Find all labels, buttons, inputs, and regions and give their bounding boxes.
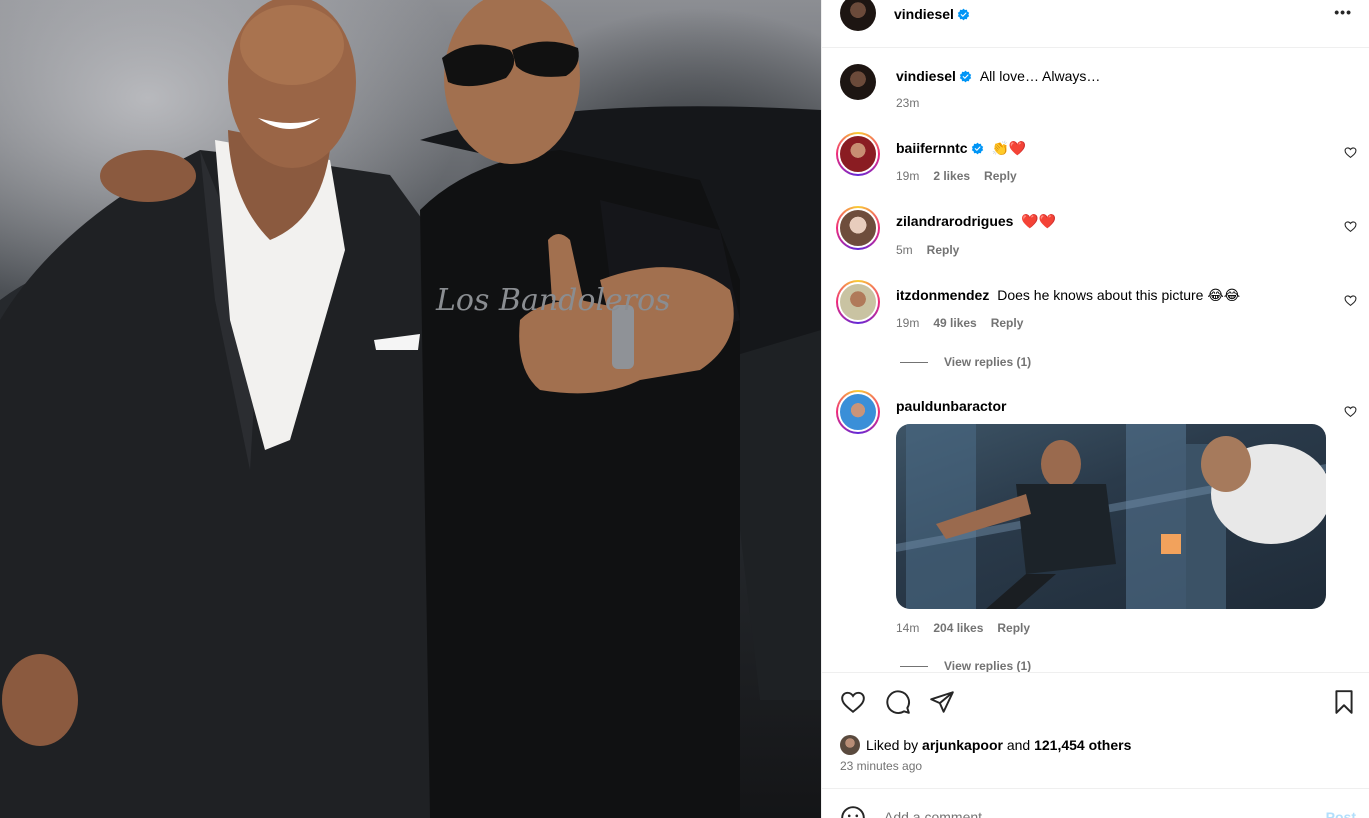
add-comment-bar: Add a comment… Post xyxy=(822,788,1369,818)
likes-and: and xyxy=(1006,737,1031,753)
comment-avatar[interactable] xyxy=(836,206,880,250)
comment-likes[interactable]: 2 likes xyxy=(933,169,970,183)
comment-username-text[interactable]: pauldunbaractor xyxy=(896,398,1006,414)
liker-username[interactable]: arjunkapoor xyxy=(922,737,1003,753)
caption-username[interactable]: vindiesel All love… Always… xyxy=(896,68,1100,84)
comment-like-heart-icon[interactable] xyxy=(1344,220,1357,233)
comment-username[interactable]: baiifernntc 👏❤️ xyxy=(896,140,1026,157)
like-heart-icon[interactable] xyxy=(840,689,866,715)
comment-like-heart-icon[interactable] xyxy=(1344,405,1357,418)
post-photo[interactable]: Los Bandoleros xyxy=(0,0,821,818)
post-header: vindiesel ••• xyxy=(822,0,1369,48)
emoji-smiley-icon[interactable] xyxy=(840,805,866,818)
comment-bubble-icon[interactable] xyxy=(885,689,911,715)
owner-username-header[interactable]: vindiesel xyxy=(894,6,970,22)
comment-like-heart-icon[interactable] xyxy=(1344,146,1357,159)
comment-reply-button[interactable]: Reply xyxy=(984,169,1017,183)
comment-meta: 14m 204 likes Reply xyxy=(896,621,1044,635)
add-comment-input[interactable]: Add a comment… xyxy=(884,809,996,818)
comment-time: 5m xyxy=(896,243,913,257)
comment-text: Does he knows about this picture 😂😂 xyxy=(997,287,1241,303)
verified-icon xyxy=(957,8,970,21)
comment-likes[interactable]: 49 likes xyxy=(933,316,976,330)
comment-reply-button[interactable]: Reply xyxy=(991,316,1024,330)
verified-icon xyxy=(959,70,972,83)
post-timestamp[interactable]: 23 minutes ago xyxy=(840,759,922,773)
comment-meta: 5m Reply xyxy=(896,243,973,257)
post-actions-bar: Liked by arjunkapoor and 121,454 others … xyxy=(822,672,1369,788)
owner-avatar[interactable] xyxy=(840,0,876,31)
view-replies-button[interactable]: View replies (1) xyxy=(900,355,1031,369)
caption-text: All love… Always… xyxy=(979,68,1101,84)
verified-icon xyxy=(971,142,983,155)
comment-gif[interactable] xyxy=(896,424,1326,609)
caption-owner-avatar[interactable] xyxy=(840,64,876,100)
comment-username[interactable]: pauldunbaractor xyxy=(896,398,1006,414)
caption-username-text[interactable]: vindiesel xyxy=(896,68,956,84)
comment-text: 👏❤️ xyxy=(991,140,1027,156)
comment-username-text[interactable]: baiifernntc xyxy=(896,140,968,156)
comment-avatar[interactable] xyxy=(836,390,880,434)
liker-avatar[interactable] xyxy=(840,735,860,755)
more-options-button[interactable]: ••• xyxy=(1334,4,1352,20)
shirt-logo-text: Los Bandoleros xyxy=(435,283,671,318)
comment-time: 19m xyxy=(896,169,920,183)
comment-avatar[interactable] xyxy=(836,132,880,176)
comment-username[interactable]: itzdonmendez Does he knows about this pi… xyxy=(896,287,1240,304)
save-bookmark-icon[interactable] xyxy=(1331,689,1357,715)
post-comment-button[interactable]: Post xyxy=(1326,809,1356,818)
view-replies-button[interactable]: View replies (1) xyxy=(900,659,1031,673)
comment-username-text[interactable]: zilandrarodrigues xyxy=(896,213,1013,229)
caption-time: 23m xyxy=(896,96,920,110)
comment-username[interactable]: zilandrarodrigues ❤️❤️ xyxy=(896,213,1056,230)
comment-text: ❤️❤️ xyxy=(1021,213,1057,229)
comment-username-text[interactable]: itzdonmendez xyxy=(896,287,989,303)
gif-scene-illustration xyxy=(896,424,1326,609)
comment-time: 19m xyxy=(896,316,920,330)
liked-by-prefix: Liked by xyxy=(866,737,919,753)
comment-meta: 19m 2 likes Reply xyxy=(896,169,1031,183)
comment-like-heart-icon[interactable] xyxy=(1344,294,1357,307)
post-photo-illustration: Los Bandoleros xyxy=(0,0,821,818)
owner-username-text[interactable]: vindiesel xyxy=(894,6,954,22)
comment-reply-button[interactable]: Reply xyxy=(997,621,1030,635)
likes-others-count[interactable]: 121,454 others xyxy=(1034,737,1131,753)
comment-avatar[interactable] xyxy=(836,280,880,324)
likes-summary: Liked by arjunkapoor and 121,454 others xyxy=(840,735,1131,755)
post-side-panel: vindiesel ••• vindiesel All love… Always… xyxy=(821,0,1369,818)
comment-reply-button[interactable]: Reply xyxy=(927,243,960,257)
comment-meta: 19m 49 likes Reply xyxy=(896,316,1037,330)
comment-time: 14m xyxy=(896,621,920,635)
comment-likes[interactable]: 204 likes xyxy=(933,621,983,635)
share-send-icon[interactable] xyxy=(929,689,955,715)
